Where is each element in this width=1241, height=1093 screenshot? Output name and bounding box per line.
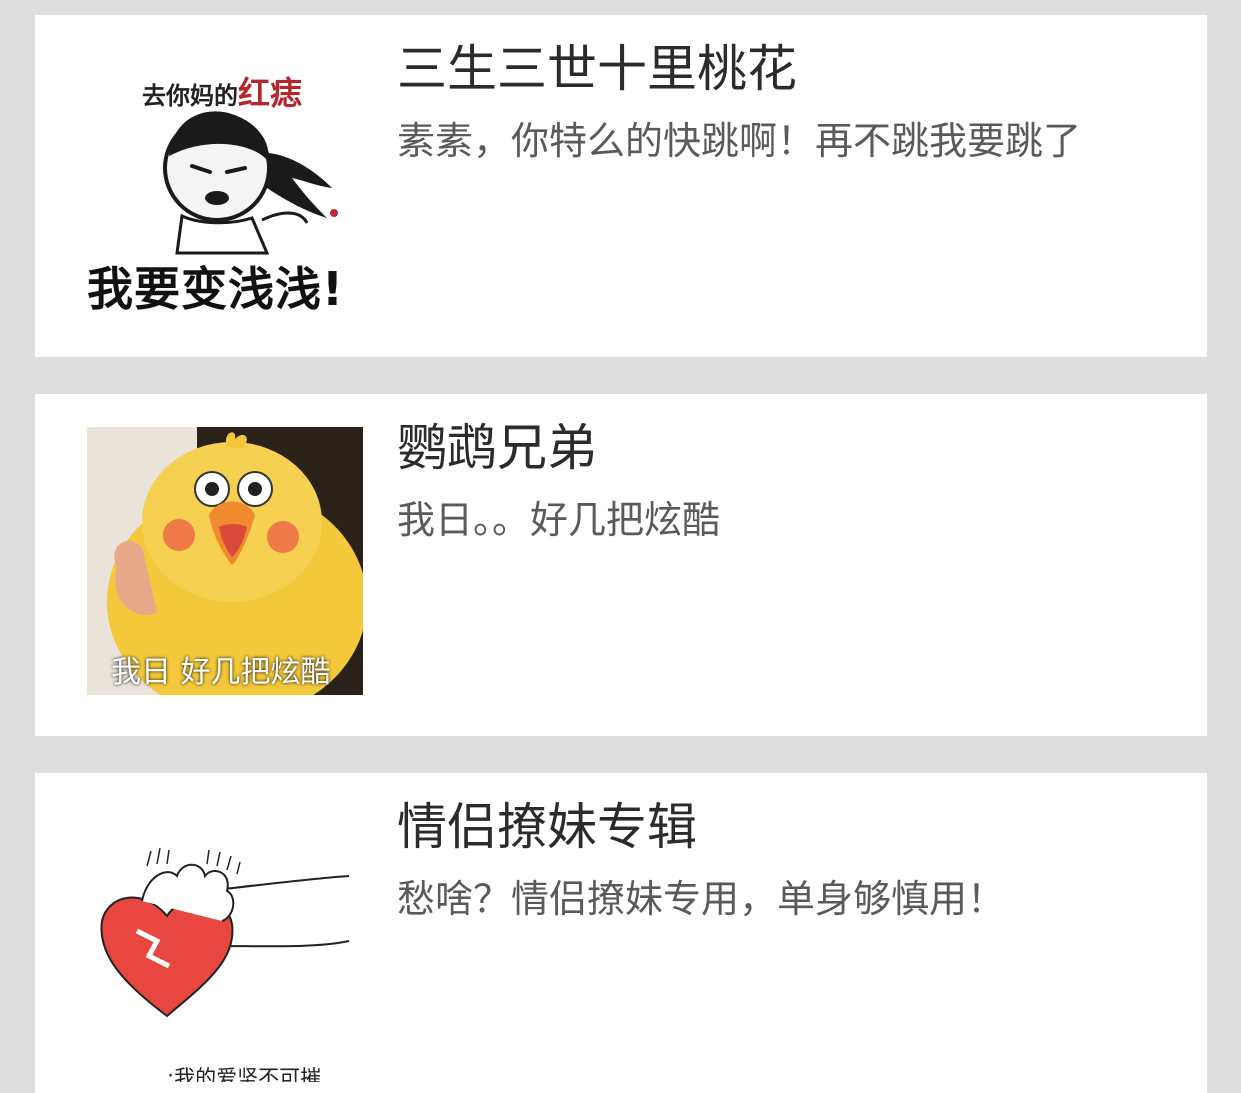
item-description: 素素，你特么的快跳啊！再不跳我要跳了 <box>397 119 1082 163</box>
meme-thumbnail[interactable]: :我的爱坚不可摧 <box>87 806 363 1082</box>
item-title[interactable]: 鹦鹉兄弟 <box>397 418 597 478</box>
list-item[interactable]: 去你妈的红痣 我要变浅浅! 三生三世十里桃花 素素，你特么的快跳啊！再不跳我要跳… <box>35 15 1207 357</box>
list-item[interactable]: :我的爱坚不可摧 情侣撩妹专辑 愁啥？情侣撩妹专用，单身够慎用！ <box>35 773 1207 1093</box>
meme-top-text: 去你妈的红痣 <box>142 68 302 114</box>
meme-bottom-text: 我要变浅浅! <box>87 262 344 316</box>
meme-thumbnail[interactable]: 去你妈的红痣 我要变浅浅! <box>87 48 363 324</box>
meme-thumbnail[interactable]: 我日 好几把炫酷 <box>87 427 363 703</box>
item-title[interactable]: 情侣撩妹专辑 <box>397 797 697 857</box>
item-title[interactable]: 三生三世十里桃花 <box>397 39 797 99</box>
item-description: 我日。。好几把炫酷 <box>397 498 721 542</box>
meme-top-text-red: 红痣 <box>238 74 303 112</box>
list-item[interactable]: 我日 好几把炫酷 鹦鹉兄弟 我日。。好几把炫酷 <box>35 394 1207 736</box>
meme-caption: 我日 好几把炫酷 <box>111 655 331 690</box>
meme-top-text-black: 去你妈的 <box>142 82 238 110</box>
meme-caption: :我的爱坚不可摧 <box>167 1066 322 1082</box>
item-description: 愁啥？情侣撩妹专用，单身够慎用！ <box>397 877 1006 921</box>
heart-hand-illustration <box>100 847 350 1018</box>
